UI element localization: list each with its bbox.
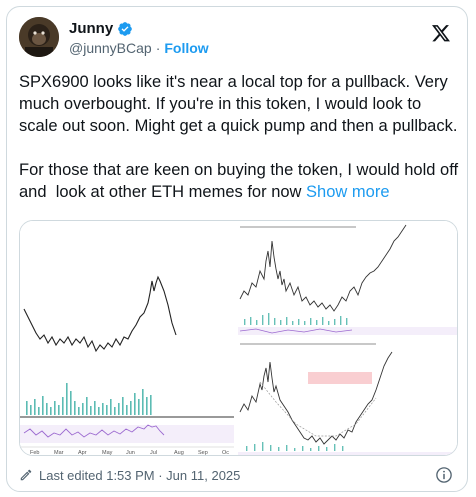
edited-timestamp[interactable]: Last edited 1:53 PM · Jun 11, 2025 — [39, 468, 240, 483]
month-tick-label: Sep — [198, 450, 208, 456]
tweet-footer: Last edited 1:53 PM · Jun 11, 2025 — [19, 465, 455, 485]
month-tick-label: Jun — [126, 450, 135, 456]
chart-image-left[interactable]: Feb Mar Apr May Jun Jul Aug Sep Oc — [20, 221, 234, 456]
x-logo-icon[interactable] — [431, 23, 451, 43]
month-tick-label: Oc — [222, 450, 229, 456]
handle[interactable]: @junnyBCap — [69, 40, 152, 56]
display-name[interactable]: Junny — [69, 20, 113, 37]
name-row: Junny — [69, 20, 133, 37]
separator: · — [155, 40, 161, 56]
month-tick-label: Jul — [150, 450, 157, 456]
follow-button[interactable]: Follow — [164, 40, 208, 56]
verified-badge-icon — [117, 21, 133, 37]
tweet-text: SPX6900 looks like it's near a local top… — [19, 71, 459, 203]
tweet-header: Junny @junnyBCap · Follow — [19, 17, 455, 61]
handle-row: @junnyBCap · Follow — [69, 40, 209, 56]
pencil-icon — [19, 468, 33, 482]
chart-image-right-bottom[interactable] — [236, 340, 457, 455]
chart-image-right-top[interactable] — [236, 221, 457, 338]
show-more-link[interactable]: Show more — [306, 183, 389, 201]
month-tick-label: May — [102, 450, 113, 456]
info-icon[interactable] — [435, 466, 453, 484]
resistance-zone — [308, 372, 372, 384]
tweet-body: SPX6900 looks like it's near a local top… — [19, 73, 459, 201]
month-tick-label: Mar — [54, 450, 64, 456]
media-grid[interactable]: Feb Mar Apr May Jun Jul Aug Sep Oc — [19, 220, 458, 456]
avatar[interactable] — [19, 17, 59, 57]
month-tick-label: Apr — [78, 450, 87, 456]
month-tick-label: Aug — [174, 450, 184, 456]
tweet-card[interactable]: Junny @junnyBCap · Follow SPX6900 looks … — [6, 6, 468, 492]
month-tick-label: Feb — [30, 450, 39, 456]
